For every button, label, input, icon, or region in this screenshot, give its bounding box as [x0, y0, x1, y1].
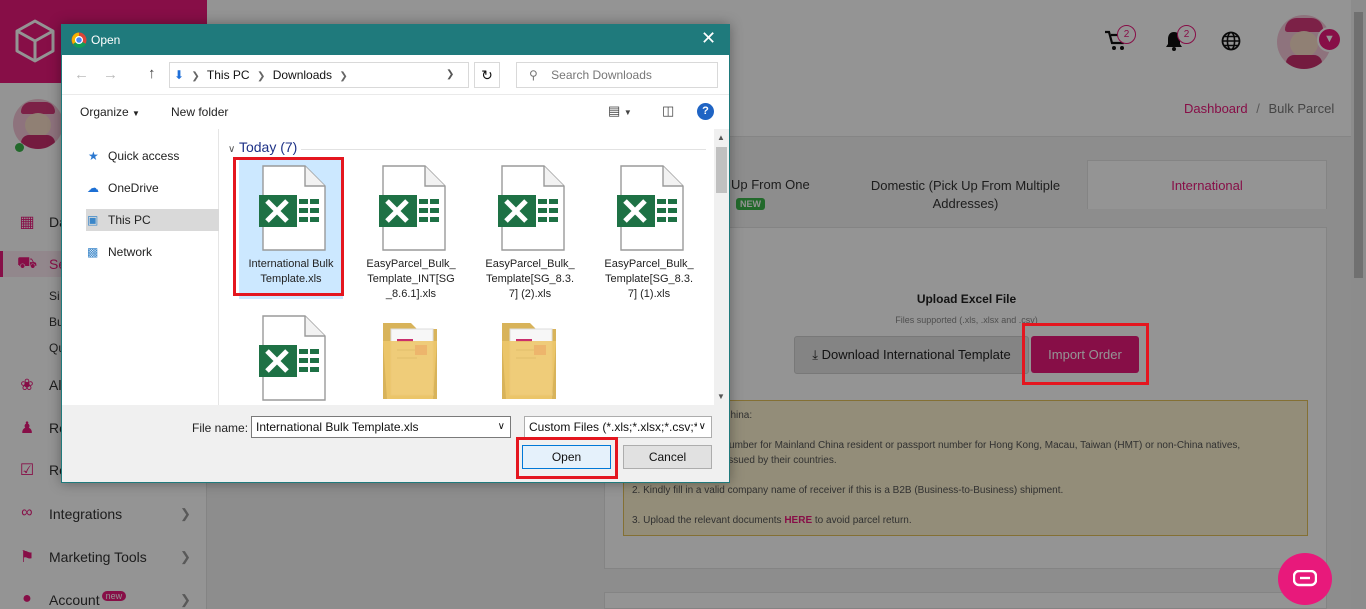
file-name-label: EasyParcel_Bulk_Template[SG_8.3.7] (2).x…	[485, 258, 575, 300]
chat-button[interactable]	[1278, 553, 1332, 605]
chat-icon	[1293, 570, 1317, 587]
new-folder-button[interactable]: New folder	[171, 105, 228, 119]
file-name-input[interactable]: International Bulk Template.xls ∨	[251, 416, 511, 438]
file-name-label: EasyParcel_Bulk_Template_INT[SG_8.6.1].x…	[366, 258, 456, 300]
help-icon[interactable]: ?	[697, 103, 714, 120]
nav-onedrive[interactable]: ☁ OneDrive	[86, 177, 219, 199]
view-options-icon[interactable]: ▤ ▼	[608, 103, 632, 119]
back-arrow-icon[interactable]: ←	[74, 66, 89, 83]
import-order-highlight	[1022, 323, 1149, 385]
refresh-icon[interactable]: ↻	[474, 62, 500, 88]
dialog-toolbar: Organize ▼ New folder ▤ ▼ ◫ ?	[62, 95, 729, 129]
folder-icon	[377, 315, 447, 401]
open-file-dialog: Open ✕ ← → ↑ ⬇ ❯ This PC ❯ Downloads ❯ ❯…	[61, 24, 730, 483]
dialog-footer: File name: International Bulk Template.x…	[62, 405, 729, 482]
chevron-down-icon: ▼	[132, 109, 140, 118]
nav-quick-access[interactable]: ★ Quick access	[86, 145, 219, 167]
downloads-folder-icon: ⬇	[174, 68, 185, 82]
chevron-down-icon[interactable]: ❯	[446, 63, 454, 87]
selected-file-highlight	[233, 157, 344, 296]
path-downloads[interactable]: Downloads	[273, 68, 332, 82]
path-this-pc[interactable]: This PC	[207, 68, 250, 82]
organize-menu[interactable]: Organize ▼	[80, 105, 140, 119]
nav-this-pc[interactable]: ▣ This PC	[86, 209, 219, 231]
chevron-down-icon: ∨	[497, 421, 505, 432]
file-item[interactable]: EasyParcel_Bulk_Template[SG_8.3.7] (1).x…	[597, 157, 701, 300]
preview-pane-icon[interactable]: ◫	[662, 103, 674, 119]
open-button-highlight	[516, 437, 618, 479]
forward-arrow-icon[interactable]: →	[103, 66, 118, 83]
file-item[interactable]: EasyParcel_Bulk_Template[SG_8.3.7] (2).x…	[478, 157, 582, 300]
file-name-label: EasyParcel_Bulk_Template[SG_8.3.7] (1).x…	[604, 258, 694, 300]
nav-network[interactable]: ▩ Network	[86, 241, 219, 263]
chevron-down-icon: ∨	[696, 417, 706, 437]
cloud-icon: ☁	[87, 181, 99, 195]
address-path[interactable]: ⬇ ❯ This PC ❯ Downloads ❯ ❯	[169, 62, 469, 88]
star-icon: ★	[88, 149, 99, 163]
file-name-label: File name:	[192, 421, 249, 435]
up-arrow-icon[interactable]: ↑	[148, 65, 156, 82]
file-list-scrollbar[interactable]: ▲ ▼	[714, 129, 729, 405]
cancel-button[interactable]: Cancel	[623, 445, 712, 469]
dialog-address-bar: ← → ↑ ⬇ ❯ This PC ❯ Downloads ❯ ❯ ↻ ⚲ Se…	[62, 55, 729, 95]
excel-file-icon	[257, 315, 327, 401]
file-type-select[interactable]: Custom Files (*.xls;*.xlsx;*.csv;* ∨	[524, 416, 712, 438]
search-icon: ⚲	[529, 68, 538, 82]
close-icon[interactable]: ✕	[701, 28, 716, 49]
excel-file-icon	[615, 165, 685, 251]
computer-icon: ▣	[87, 213, 99, 227]
chrome-icon	[71, 32, 87, 48]
group-header-today[interactable]: ∨ Today (7)	[228, 139, 297, 155]
dialog-titlebar: Open ✕	[62, 25, 729, 55]
file-item[interactable]: EasyParcel_Bulk_Template_INT[SG_8.6.1].x…	[359, 157, 463, 300]
search-downloads-input[interactable]: ⚲ Search Downloads	[516, 62, 718, 88]
excel-file-icon	[496, 165, 566, 251]
navigation-pane: ★ Quick access ☁ OneDrive ▣ This PC ▩ Networ…	[62, 129, 219, 405]
excel-file-icon	[377, 165, 447, 251]
folder-icon	[496, 315, 566, 401]
network-icon: ▩	[87, 245, 99, 259]
dialog-title: Open	[91, 33, 121, 47]
chevron-down-icon: ∨	[228, 144, 236, 155]
